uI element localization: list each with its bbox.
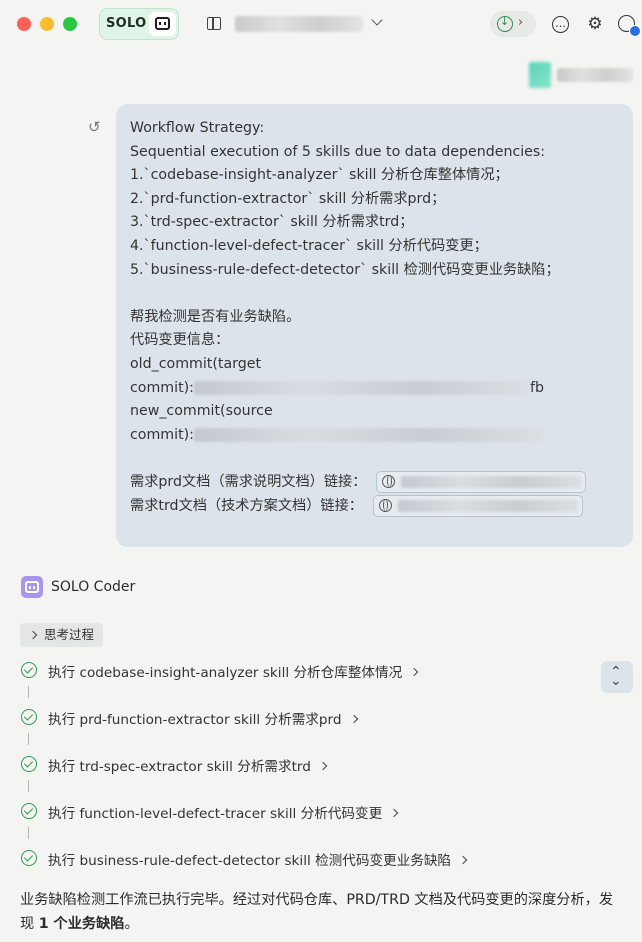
step-label: 执行 codebase-insight-analyzer skill 分析仓库整… [48, 661, 419, 681]
prd-link-line: 需求prd文档（需求说明文档）链接： [130, 470, 619, 495]
prd-link-label: 需求prd文档（需求说明文档）链接： [130, 473, 367, 490]
message-line: 代码变更信息： [130, 332, 230, 349]
message-line: 3.`trd-spec-extractor` skill 分析需求trd； [130, 214, 414, 231]
message-line: 5.`business-rule-defect-detector` skill … [130, 261, 560, 278]
solo-mode-badge[interactable]: SOLO [99, 8, 179, 40]
message-line: 4.`function-level-defect-tracer` skill 分… [130, 237, 488, 254]
message-line: Workflow Strategy: [130, 120, 265, 136]
message-line: 帮我检测是否有业务缺陷。 [130, 308, 301, 325]
check-circle-icon [21, 850, 37, 866]
solo-bot-icon [149, 12, 176, 36]
chevron-right-icon [28, 630, 38, 640]
globe-icon [378, 498, 392, 512]
old-commit-line: commit): fb [130, 377, 619, 401]
sync-download-icon [497, 15, 513, 32]
check-circle-icon [21, 709, 37, 725]
user-message-bubble: Workflow Strategy: Sequential execution … [116, 104, 633, 547]
agent-name: SOLO Coder [51, 579, 136, 595]
check-circle-icon [21, 662, 37, 678]
prd-link-url-redacted [401, 475, 582, 488]
undo-icon[interactable]: ↺ [88, 118, 101, 136]
old-commit-hash-redacted [193, 380, 530, 395]
collapse-steps-button[interactable]: ⌃ ⌄ [601, 661, 633, 693]
check-circle-icon [21, 803, 37, 819]
step-label: 执行 function-level-defect-tracer skill 分析… [48, 802, 399, 822]
step-connector [28, 827, 30, 839]
agent-bot-icon [21, 576, 43, 598]
globe-icon [382, 474, 396, 488]
chevron-right-icon [409, 667, 419, 677]
message-line: 1.`codebase-insight-analyzer` skill 分析仓库… [130, 167, 509, 184]
prd-link-chip[interactable] [376, 470, 587, 493]
minimize-window-button[interactable] [40, 17, 54, 31]
trd-link-line: 需求trd文档（技术方案文档）链接： [130, 494, 619, 519]
trd-link-url-redacted [397, 499, 578, 512]
title-bar: SOLO › … ⚙ [0, 0, 642, 50]
collapse-icon: ⌃ ⌄ [610, 664, 622, 689]
message-line: 2.`prd-function-extractor` skill 分析需求prd… [130, 190, 446, 207]
thinking-process-label: 思考过程 [44, 627, 95, 642]
gear-icon[interactable]: ⚙ [585, 14, 605, 34]
chevron-right-icon [349, 714, 358, 724]
old-commit-suffix: fb [529, 379, 544, 396]
message-line: old_commit(target [130, 355, 262, 372]
trd-link-chip[interactable] [372, 494, 583, 517]
new-commit-hash-redacted [193, 427, 544, 442]
step-connector [28, 686, 30, 698]
agent-summary: 业务缺陷检测工作流已执行完毕。经过对代码仓库、PRD/TRD 文档及代码变更的深… [20, 892, 614, 932]
step-label: 执行 prd-function-extractor skill 分析需求prd [48, 708, 358, 728]
new-commit-label: new_commit(source [130, 403, 273, 420]
avatar-status-badge [629, 25, 641, 37]
new-commit-prefix: commit): [130, 426, 194, 443]
new-commit-line: commit): [130, 424, 619, 448]
defect-count: 1 个业务缺陷 [38, 916, 125, 932]
step-connector [28, 780, 30, 792]
sync-status-button[interactable]: › [490, 11, 536, 37]
chevron-down-icon[interactable] [371, 14, 383, 26]
sidebar-toggle-icon[interactable] [207, 17, 221, 30]
step-label: 执行 trd-spec-extractor skill 分析需求trd [48, 755, 328, 775]
user-name-chip [529, 62, 634, 88]
user-avatar-icon[interactable] [618, 15, 641, 37]
chevron-right-icon [458, 855, 468, 865]
user-avatar [529, 62, 551, 88]
project-name-redacted[interactable] [235, 16, 363, 32]
chevron-right-icon [389, 808, 399, 818]
chevron-right-icon: › [518, 15, 524, 30]
message-line: Sequential execution of 5 skills due to … [130, 143, 546, 160]
solo-badge-label: SOLO [106, 16, 147, 31]
old-commit-prefix: commit): [130, 379, 194, 396]
zoom-window-button[interactable] [63, 17, 77, 31]
step-label: 执行 business-rule-defect-detector skill 检… [48, 849, 468, 869]
user-name-redacted [557, 68, 633, 82]
close-window-button[interactable] [17, 17, 31, 31]
check-circle-icon [21, 756, 37, 772]
thinking-process-toggle[interactable]: 思考过程 [20, 623, 104, 647]
trd-link-label: 需求trd文档（技术方案文档）链接： [130, 497, 363, 514]
chevron-right-icon [318, 761, 328, 771]
new-chat-icon[interactable]: … [552, 16, 569, 33]
step-connector [28, 733, 30, 745]
